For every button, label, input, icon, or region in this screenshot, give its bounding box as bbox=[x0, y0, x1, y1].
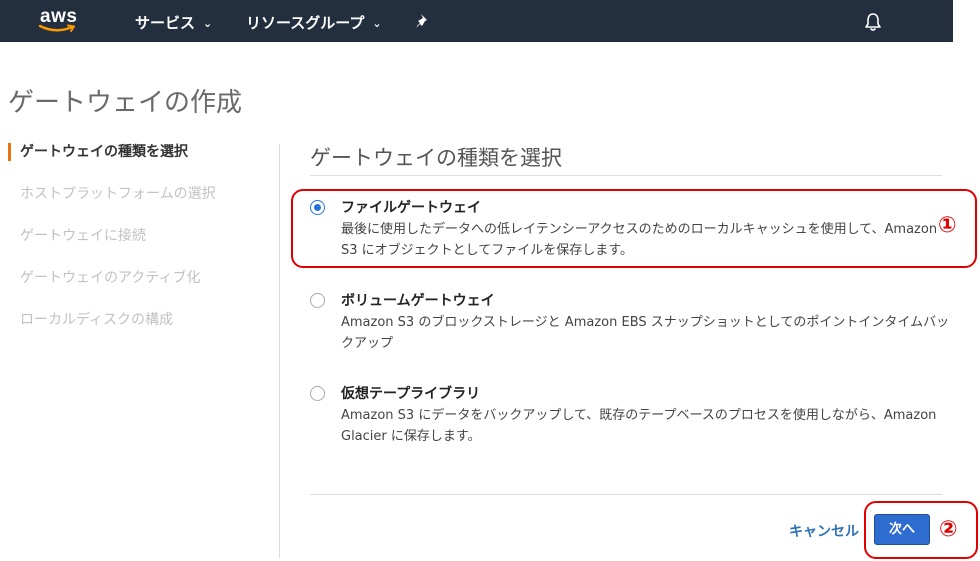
aws-logo[interactable]: aws bbox=[38, 6, 82, 36]
annotation-frame-2 bbox=[864, 501, 978, 559]
annotation-marker-1: ① bbox=[938, 213, 957, 238]
services-menu[interactable]: サービス ⌄ bbox=[135, 12, 212, 33]
panel-title: ゲートウェイの種類を選択 bbox=[310, 146, 562, 170]
cancel-link[interactable]: キャンセル bbox=[789, 521, 859, 541]
services-menu-label: サービス bbox=[135, 14, 196, 32]
top-nav-bar: aws サービス ⌄ リソースグループ ⌄ bbox=[0, 0, 953, 42]
annotation-frame-1 bbox=[291, 189, 977, 268]
bell-icon[interactable] bbox=[864, 12, 882, 32]
chevron-down-icon: ⌄ bbox=[372, 17, 382, 30]
step-select-gateway-type[interactable]: ゲートウェイの種類を選択 bbox=[8, 140, 278, 182]
tape-library-description: Amazon S3 にデータをバックアップして、既存のテープベースのプロセスを使… bbox=[341, 408, 937, 444]
sidebar-divider bbox=[279, 144, 280, 558]
tape-library-title: 仮想テープライブラリ bbox=[341, 386, 481, 402]
panel-divider-top bbox=[310, 175, 942, 176]
annotation-marker-2: ② bbox=[939, 517, 958, 542]
step-configure-local-disks: ローカルディスクの構成 bbox=[20, 312, 174, 328]
chevron-down-icon: ⌄ bbox=[203, 17, 213, 30]
aws-smile-icon bbox=[38, 24, 75, 32]
panel-divider-bottom bbox=[310, 494, 942, 495]
pin-icon[interactable] bbox=[414, 12, 432, 30]
wizard-steps: ゲートウェイの種類を選択 ホストプラットフォームの選択 ゲートウェイに接続 ゲー… bbox=[8, 140, 278, 350]
volume-gateway-title: ボリュームゲートウェイ bbox=[341, 293, 495, 309]
volume-gateway-description: Amazon S3 のブロックストレージと Amazon EBS スナップショッ… bbox=[341, 315, 950, 351]
step-connect-gateway: ゲートウェイに接続 bbox=[20, 228, 146, 244]
volume-gateway-radio[interactable] bbox=[310, 293, 325, 308]
step-activate-gateway: ゲートウェイのアクティブ化 bbox=[20, 270, 201, 286]
tape-library-radio[interactable] bbox=[310, 386, 325, 401]
resource-groups-menu-label: リソースグループ bbox=[246, 14, 365, 32]
step-select-host-platform: ホストプラットフォームの選択 bbox=[20, 186, 216, 202]
page-title: ゲートウェイの作成 bbox=[8, 88, 243, 118]
resource-groups-menu[interactable]: リソースグループ ⌄ bbox=[246, 12, 382, 33]
